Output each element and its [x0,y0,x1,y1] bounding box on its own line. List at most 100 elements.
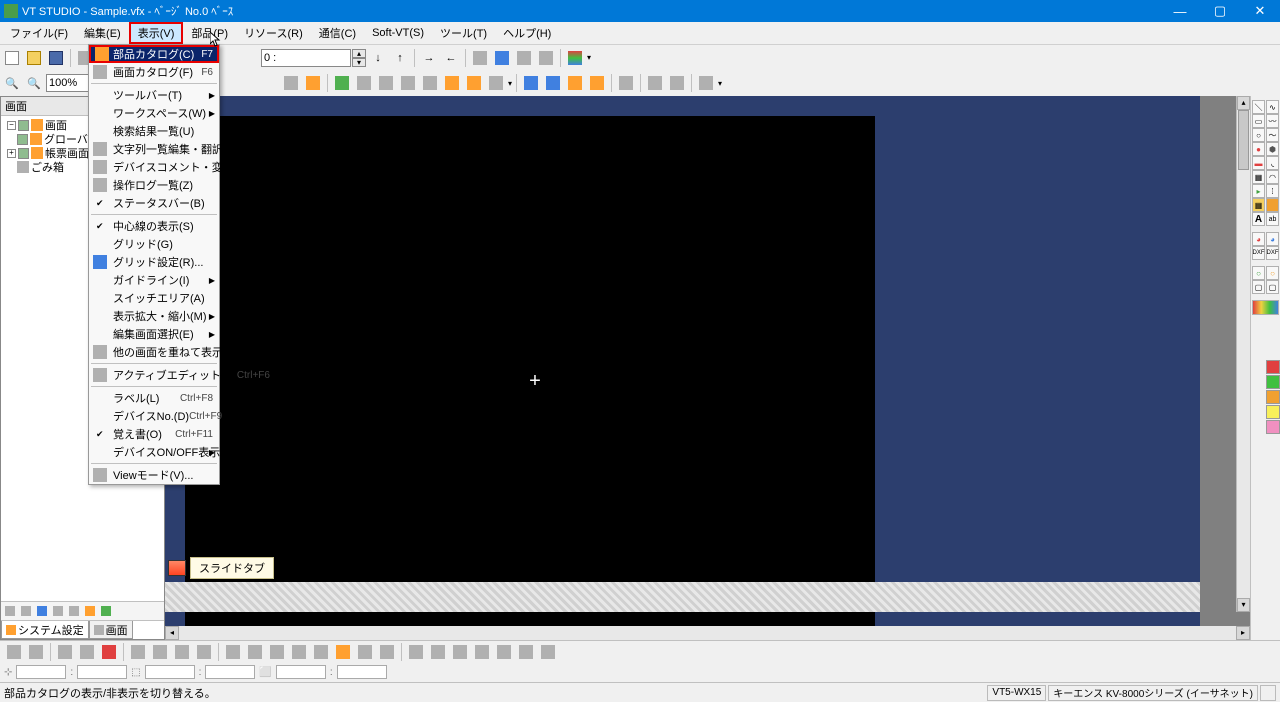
shape-circle-r[interactable]: ● [1252,142,1265,156]
bt-1[interactable] [26,642,46,662]
bt-23[interactable] [538,642,558,662]
shape-orange[interactable] [1266,198,1279,212]
menu-device-no[interactable]: デバイスNo.(D) Ctrl+F9 [89,407,219,425]
scroll-thumb[interactable] [1238,110,1249,170]
menu-resource[interactable]: リソース(R) [236,22,311,44]
shape-polyline[interactable]: ∿ [1266,100,1279,114]
coord-sel-x[interactable] [145,665,195,679]
minimize-button[interactable]: — [1160,0,1200,22]
zoom-in-button[interactable]: 🔍 [2,73,22,93]
tool-b-button[interactable] [492,48,512,68]
bt-8[interactable] [194,642,214,662]
shape-curve[interactable]: 〜 [1266,128,1279,142]
t2-btn-14[interactable] [587,73,607,93]
t2-btn-12[interactable] [543,73,563,93]
tree-tb-3[interactable] [35,604,49,618]
bt-20[interactable] [472,642,492,662]
save-button[interactable] [46,48,66,68]
t2-btn-17[interactable] [667,73,687,93]
menu-screen-catalog[interactable]: 画面カタログ(F) F6 [89,63,219,81]
shape-rect[interactable]: ▭ [1252,114,1265,128]
coord-cursor-x[interactable] [16,665,66,679]
scroll-up-button[interactable]: ▴ [1237,96,1250,110]
bt-5[interactable] [128,642,148,662]
menu-grid[interactable]: グリッド(G) [89,235,219,253]
t2-btn-8[interactable] [442,73,462,93]
t2-btn-1[interactable] [281,73,301,93]
swatch-orange[interactable] [1266,390,1280,404]
menu-overlay-screens[interactable]: 他の画面を重ねて表示(P)... [89,343,219,361]
menu-parts-catalog[interactable]: 部品カタログ(C) F7 [89,45,219,63]
shape-sq2[interactable]: ▢ [1266,280,1279,294]
t2-btn-15[interactable] [616,73,636,93]
swatch-yellow[interactable] [1266,405,1280,419]
color-button[interactable] [565,48,585,68]
t2-btn-13[interactable] [565,73,585,93]
checkbox-icon[interactable] [17,134,28,145]
shape-line[interactable]: ＼ [1252,100,1265,114]
page-number-input[interactable]: 0 : [261,49,351,67]
nav-down-button[interactable]: ↓ [368,48,388,68]
coord-size-w[interactable] [276,665,326,679]
new-button[interactable] [2,48,22,68]
bt-7[interactable] [172,642,192,662]
menu-search-results[interactable]: 検索結果一覧(U) [89,122,219,140]
page-down-button[interactable]: ▾ [352,58,366,67]
tool-c-button[interactable] [514,48,534,68]
tree-tab-screen[interactable]: 画面 [89,621,133,639]
bt-14[interactable] [333,642,353,662]
tree-tb-7[interactable] [99,604,113,618]
bt-17[interactable] [406,642,426,662]
swatch-green[interactable] [1266,375,1280,389]
t2-btn-9[interactable] [464,73,484,93]
shape-pie-b[interactable]: ◕ [1266,232,1279,246]
zoom-out-button[interactable]: 🔍 [24,73,44,93]
menu-device-onoff[interactable]: デバイスON/OFF表示(N) ▶ [89,443,219,461]
menu-file[interactable]: ファイル(F) [2,22,76,44]
scroll-right-button[interactable]: ▸ [1236,626,1250,640]
zoom-input[interactable]: 100% [46,74,90,92]
shape-arc[interactable]: ◟ [1266,156,1279,170]
tool-d-button[interactable] [536,48,556,68]
menu-label[interactable]: ラベル(L) Ctrl+F8 [89,389,219,407]
bt-12[interactable] [289,642,309,662]
menu-guideline[interactable]: ガイドライン(I) ▶ [89,271,219,289]
shape-flag[interactable]: ▸ [1252,184,1265,198]
tool-a-button[interactable] [470,48,490,68]
tree-tb-6[interactable] [83,604,97,618]
shape-fillrect[interactable]: ▬ [1252,156,1265,170]
bt-15[interactable] [355,642,375,662]
bt-18[interactable] [428,642,448,662]
swatch-red[interactable] [1266,360,1280,374]
t2-btn-2[interactable] [303,73,323,93]
vertical-scrollbar[interactable]: ▴ ▾ [1236,96,1250,612]
bt-13[interactable] [311,642,331,662]
shape-dxf2[interactable]: DXF [1266,246,1279,260]
scroll-left-button[interactable]: ◂ [165,626,179,640]
shape-pie-r[interactable]: ◕ [1252,232,1265,246]
coord-sel-y[interactable] [205,665,255,679]
menu-tool[interactable]: ツール(T) [432,22,495,44]
bt-19[interactable] [450,642,470,662]
nav-left-button[interactable]: ← [441,48,461,68]
shape-circ-g[interactable]: ○ [1252,266,1265,280]
tree-tb-5[interactable] [67,604,81,618]
menu-statusbar[interactable]: ✔ ステータスバー(B) [89,194,219,212]
bt-16[interactable] [377,642,397,662]
page-up-button[interactable]: ▴ [352,49,366,58]
menu-workspace[interactable]: ワークスペース(W) ▶ [89,104,219,122]
close-button[interactable]: ✕ [1240,0,1280,22]
bt-11[interactable] [267,642,287,662]
t2-btn-18[interactable] [696,73,716,93]
t2-btn-16[interactable] [645,73,665,93]
shape-img[interactable]: ▦ [1252,198,1265,212]
menu-switch-area[interactable]: スイッチエリア(A) [89,289,219,307]
menu-edit-screen-sel[interactable]: 編集画面選択(E) ▶ [89,325,219,343]
shape-text[interactable]: A [1252,212,1265,226]
shape-abc[interactable]: ab [1266,212,1279,226]
menu-memo[interactable]: ✔ 覚え書(O) Ctrl+F11 [89,425,219,443]
bt-2[interactable] [55,642,75,662]
bt-6[interactable] [150,642,170,662]
t2-btn-6[interactable] [398,73,418,93]
menu-zoom[interactable]: 表示拡大・縮小(M) ▶ [89,307,219,325]
